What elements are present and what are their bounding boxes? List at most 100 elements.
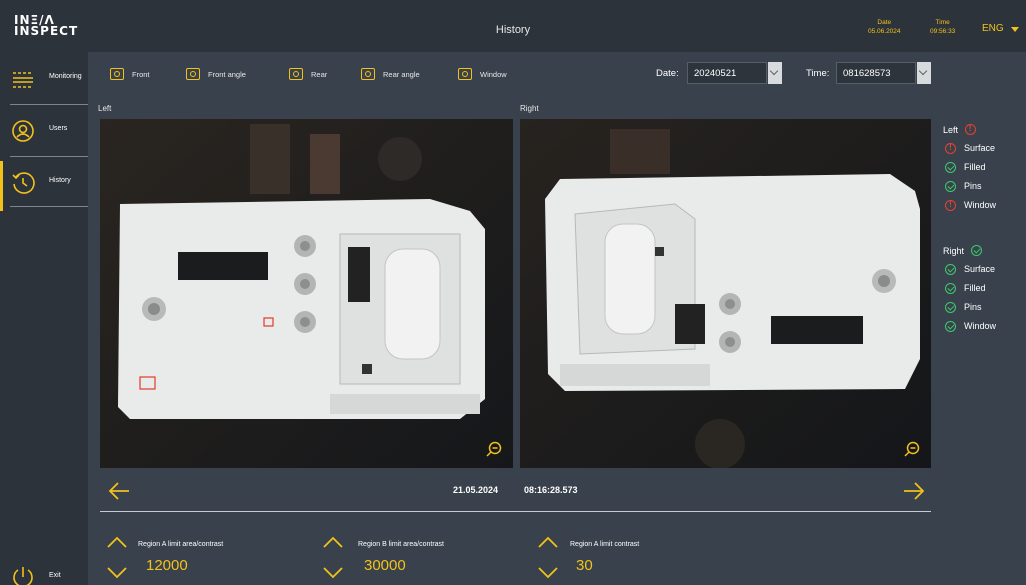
- region-a-contrast-increase-chevron-up-icon[interactable]: [537, 535, 559, 549]
- left-part-photo: [100, 119, 513, 468]
- right-camera-image[interactable]: [520, 119, 931, 468]
- view-rear-angle-button[interactable]: Rear angle: [361, 66, 420, 82]
- header-time-label: Time: [935, 19, 950, 26]
- left-check-surface: Surface: [945, 141, 995, 155]
- left-check-pins: Pins: [945, 179, 982, 193]
- region-a-area-label: Region A limit area/contrast: [138, 541, 224, 548]
- user-icon: [12, 120, 34, 142]
- history-icon: [12, 172, 35, 194]
- view-rear-button[interactable]: Rear: [289, 66, 327, 82]
- record-time: 08:16:28.573: [524, 485, 578, 495]
- sidebar-item-label: Users: [49, 125, 68, 132]
- camera-icon: [361, 68, 375, 80]
- right-check-filled: Filled: [945, 281, 986, 295]
- header-time-value: 09:56:33: [930, 28, 956, 35]
- check-circle-icon: [945, 161, 956, 173]
- right-status-title: Right: [943, 246, 965, 256]
- power-icon: [13, 567, 33, 585]
- date-select[interactable]: 20240521: [687, 62, 767, 84]
- date-dropdown-chevron-icon[interactable]: [768, 62, 782, 84]
- zoom-out-icon[interactable]: [486, 441, 502, 457]
- check-circle-icon: [945, 301, 956, 313]
- view-front-angle-button[interactable]: Front angle: [186, 66, 246, 82]
- record-date: 21.05.2024: [453, 485, 499, 495]
- region-a-contrast-label: Region A limit contrast: [570, 541, 640, 548]
- region-a-contrast-value[interactable]: 30: [576, 557, 593, 574]
- left-camera-image[interactable]: [100, 119, 513, 468]
- sidebar-item-users[interactable]: Users: [0, 106, 88, 156]
- time-select-label: Time:: [806, 68, 830, 79]
- check-circle-icon: [945, 180, 956, 192]
- header-date-label: Date: [877, 19, 892, 26]
- header-date: Date 05.06.2024: [868, 18, 901, 36]
- check-label: Window: [964, 200, 997, 210]
- right-check-surface: Surface: [945, 262, 995, 276]
- right-check-pins: Pins: [945, 300, 982, 314]
- chevron-down-icon[interactable]: [1011, 27, 1019, 32]
- check-label: Surface: [964, 264, 996, 274]
- check-label: Window: [964, 321, 997, 331]
- left-status-title: Left: [943, 125, 959, 135]
- left-check-window: Window: [945, 198, 996, 212]
- sidebar-item-monitoring[interactable]: Monitoring: [0, 54, 88, 104]
- zoom-out-icon[interactable]: [904, 441, 920, 457]
- view-label: Rear angle: [383, 69, 420, 79]
- left-check-filled: Filled: [945, 160, 986, 174]
- time-dropdown-chevron-icon[interactable]: [917, 62, 931, 84]
- error-icon: [964, 124, 976, 135]
- camera-icon: [110, 68, 124, 80]
- exit-label: Exit: [49, 572, 61, 579]
- check-circle-icon: [945, 320, 956, 332]
- check-label: Pins: [964, 181, 982, 191]
- region-a-area-value[interactable]: 12000: [146, 557, 188, 574]
- camera-icon: [186, 68, 200, 80]
- region-a-contrast-decrease-chevron-down-icon[interactable]: [537, 566, 559, 580]
- view-window-button[interactable]: Window: [458, 66, 507, 82]
- region-b-area-increase-chevron-up-icon[interactable]: [322, 535, 344, 549]
- next-arrow-icon[interactable]: [903, 480, 925, 502]
- check-circle-icon: [970, 245, 982, 256]
- sidebar-item-label: Monitoring: [49, 73, 82, 80]
- time-select[interactable]: 081628573: [836, 62, 916, 84]
- view-label: Front angle: [208, 69, 246, 79]
- left-status-header: Left: [943, 124, 976, 135]
- camera-icon: [289, 68, 303, 80]
- region-b-area-decrease-chevron-down-icon[interactable]: [322, 566, 344, 580]
- sidebar-divider: [10, 104, 88, 105]
- check-label: Filled: [964, 283, 986, 293]
- exit-button[interactable]: Exit: [0, 560, 88, 585]
- view-front-button[interactable]: Front: [110, 66, 150, 82]
- camera-icon: [458, 68, 472, 80]
- view-label: Rear: [311, 69, 328, 79]
- right-check-window: Window: [945, 319, 996, 333]
- region-b-area-value[interactable]: 30000: [364, 557, 406, 574]
- language-selector[interactable]: ENG: [982, 23, 1004, 34]
- region-b-area-label: Region B limit area/contrast: [358, 541, 444, 548]
- header-time: Time 09:56:33: [930, 18, 955, 36]
- sidebar-item-history[interactable]: History: [0, 158, 88, 208]
- region-a-area-decrease-chevron-down-icon[interactable]: [106, 566, 128, 580]
- sidebar-item-label: History: [49, 177, 71, 184]
- view-label: Window: [480, 69, 507, 79]
- sidebar-divider: [10, 206, 88, 207]
- left-panel-label: Left: [98, 104, 112, 113]
- monitoring-icon: [13, 72, 33, 88]
- view-label: Front: [132, 69, 150, 79]
- check-circle-icon: [945, 263, 956, 275]
- check-label: Surface: [964, 143, 996, 153]
- right-status-header: Right: [943, 245, 982, 256]
- check-label: Pins: [964, 302, 982, 312]
- error-icon: [945, 142, 956, 154]
- date-select-label: Date:: [656, 68, 679, 79]
- error-icon: [945, 199, 956, 211]
- previous-arrow-icon[interactable]: [108, 480, 130, 502]
- check-circle-icon: [945, 282, 956, 294]
- sidebar-divider: [10, 156, 88, 157]
- region-a-area-increase-chevron-up-icon[interactable]: [106, 535, 128, 549]
- header-date-value: 05.06.2024: [868, 28, 901, 35]
- sidebar: Monitoring Users History Exit: [0, 52, 88, 585]
- check-label: Filled: [964, 162, 986, 172]
- right-panel-label: Right: [520, 104, 539, 113]
- divider: [100, 511, 931, 512]
- right-part-photo: [520, 119, 931, 468]
